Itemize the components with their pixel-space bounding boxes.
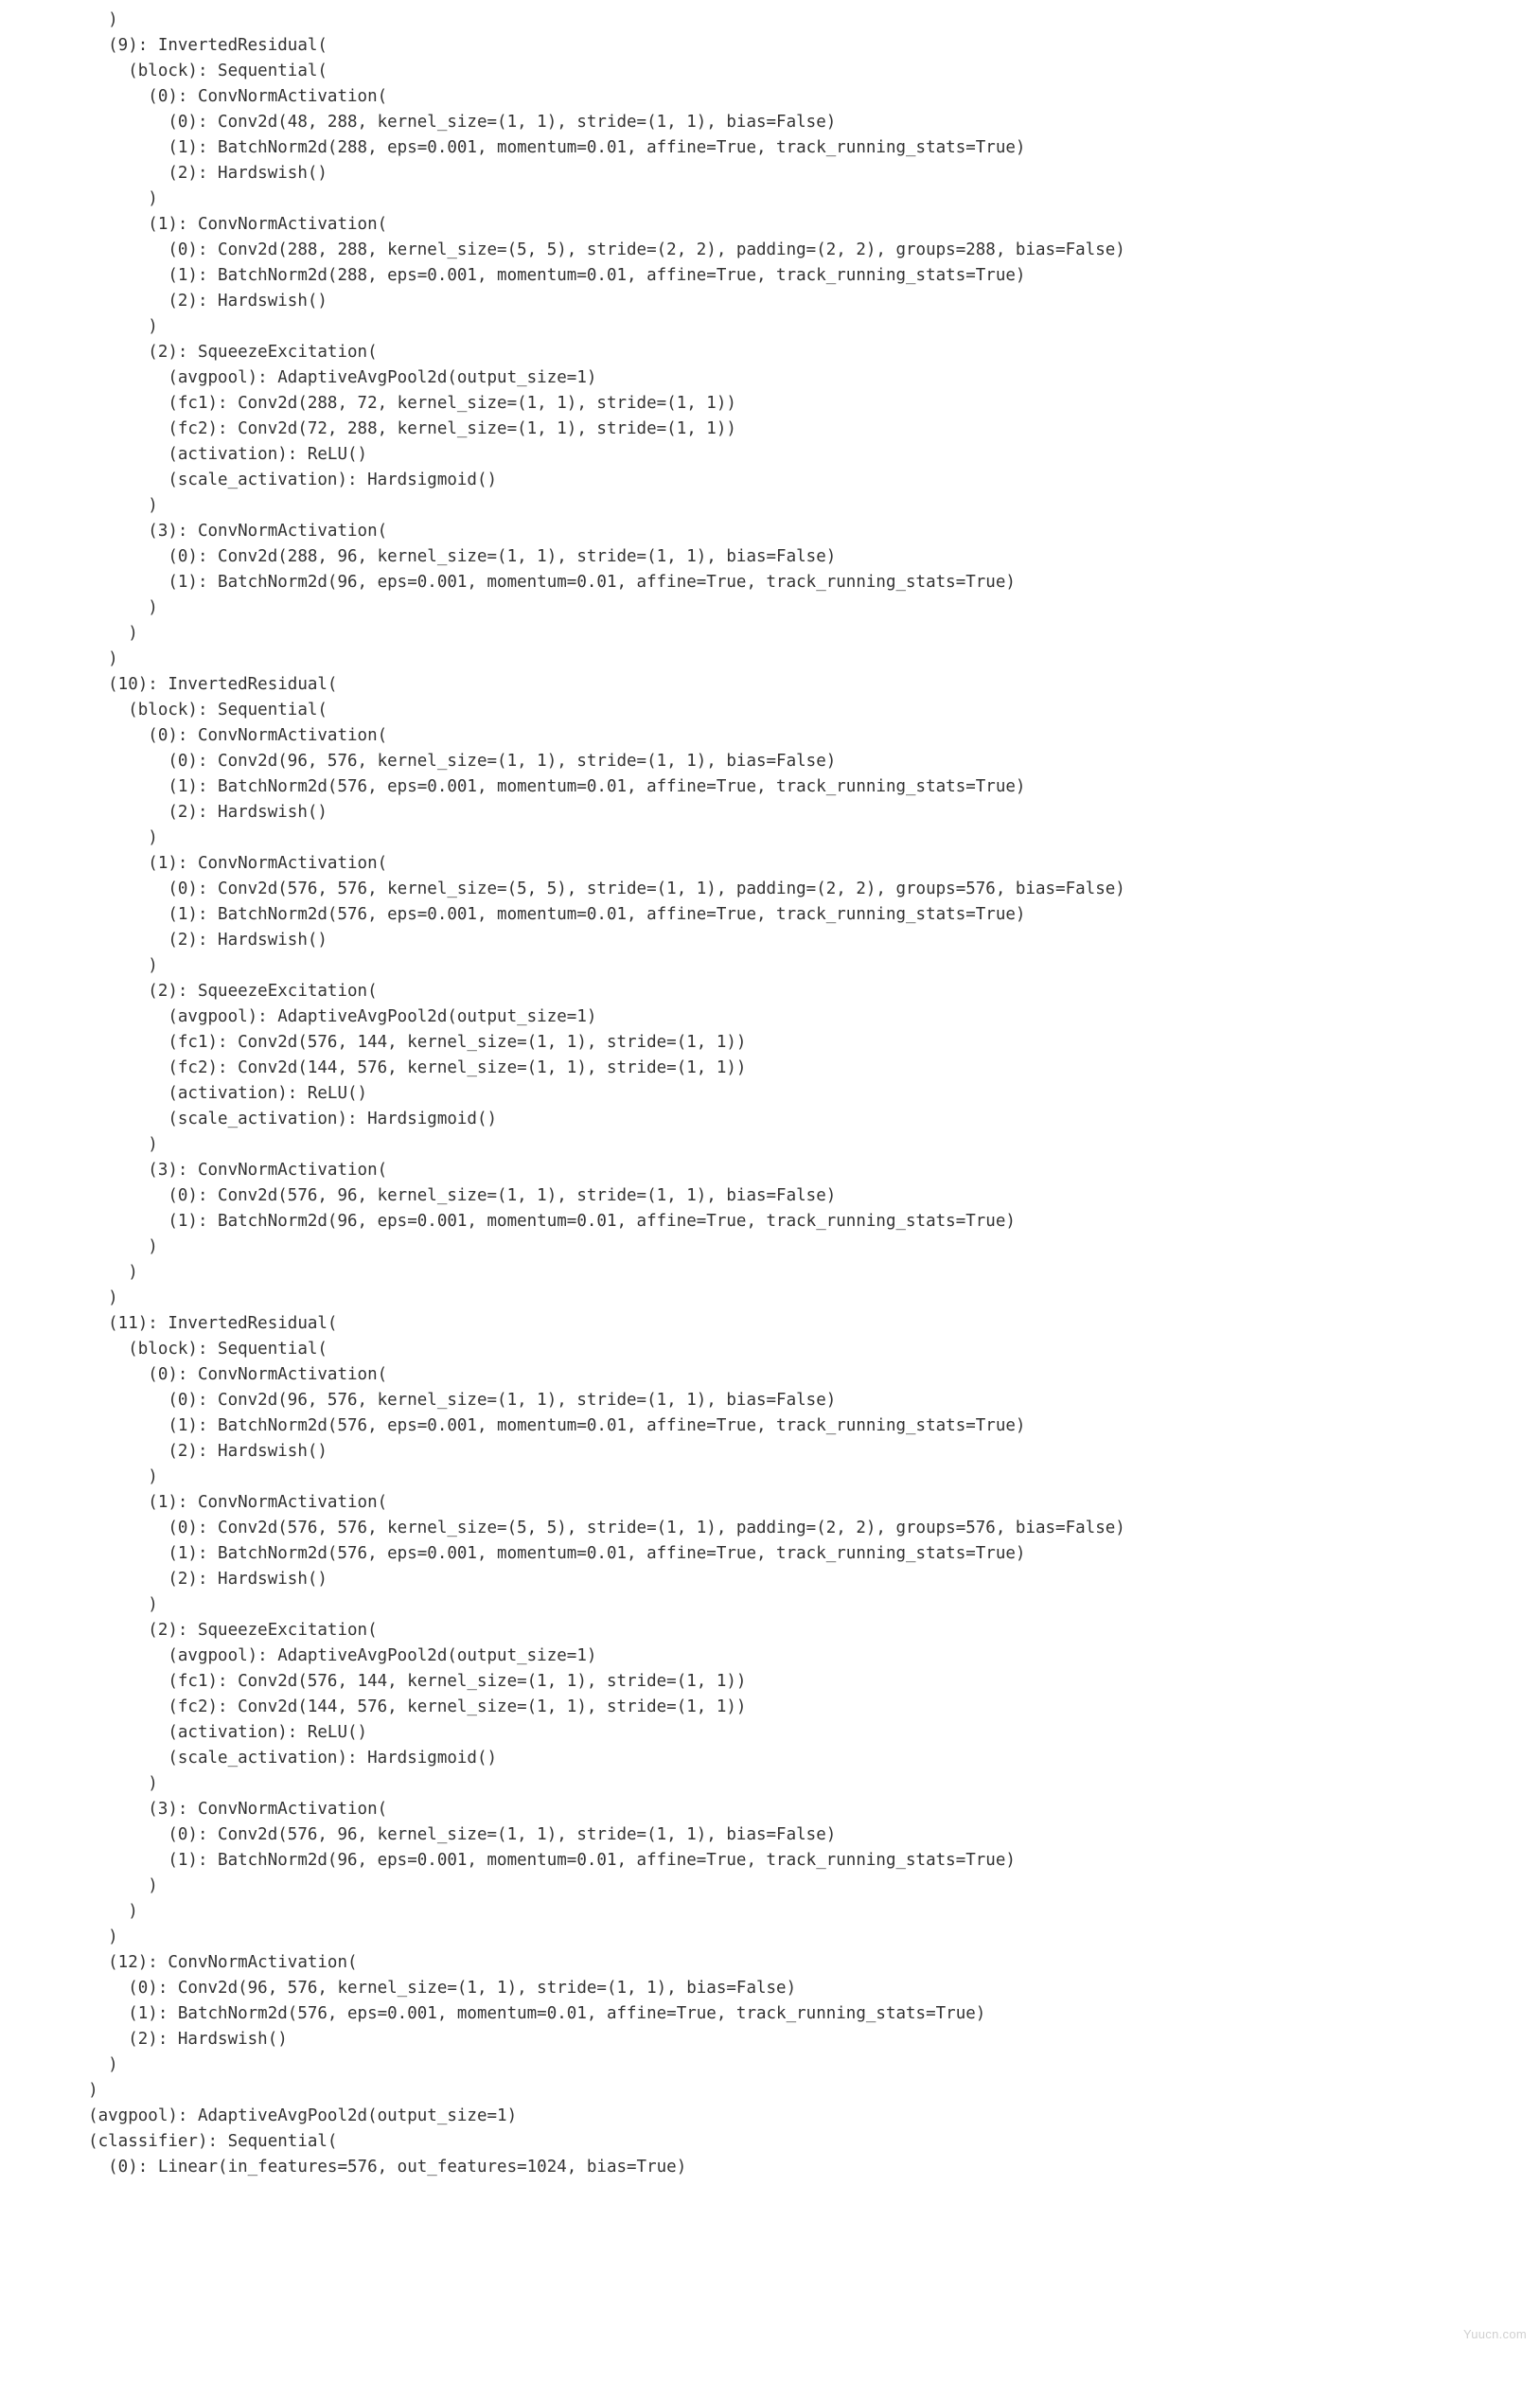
watermark-text: Yuucn.com	[1463, 2327, 1527, 2341]
model-summary-code: ) (9): InvertedResidual( (block): Sequen…	[0, 0, 1540, 2180]
